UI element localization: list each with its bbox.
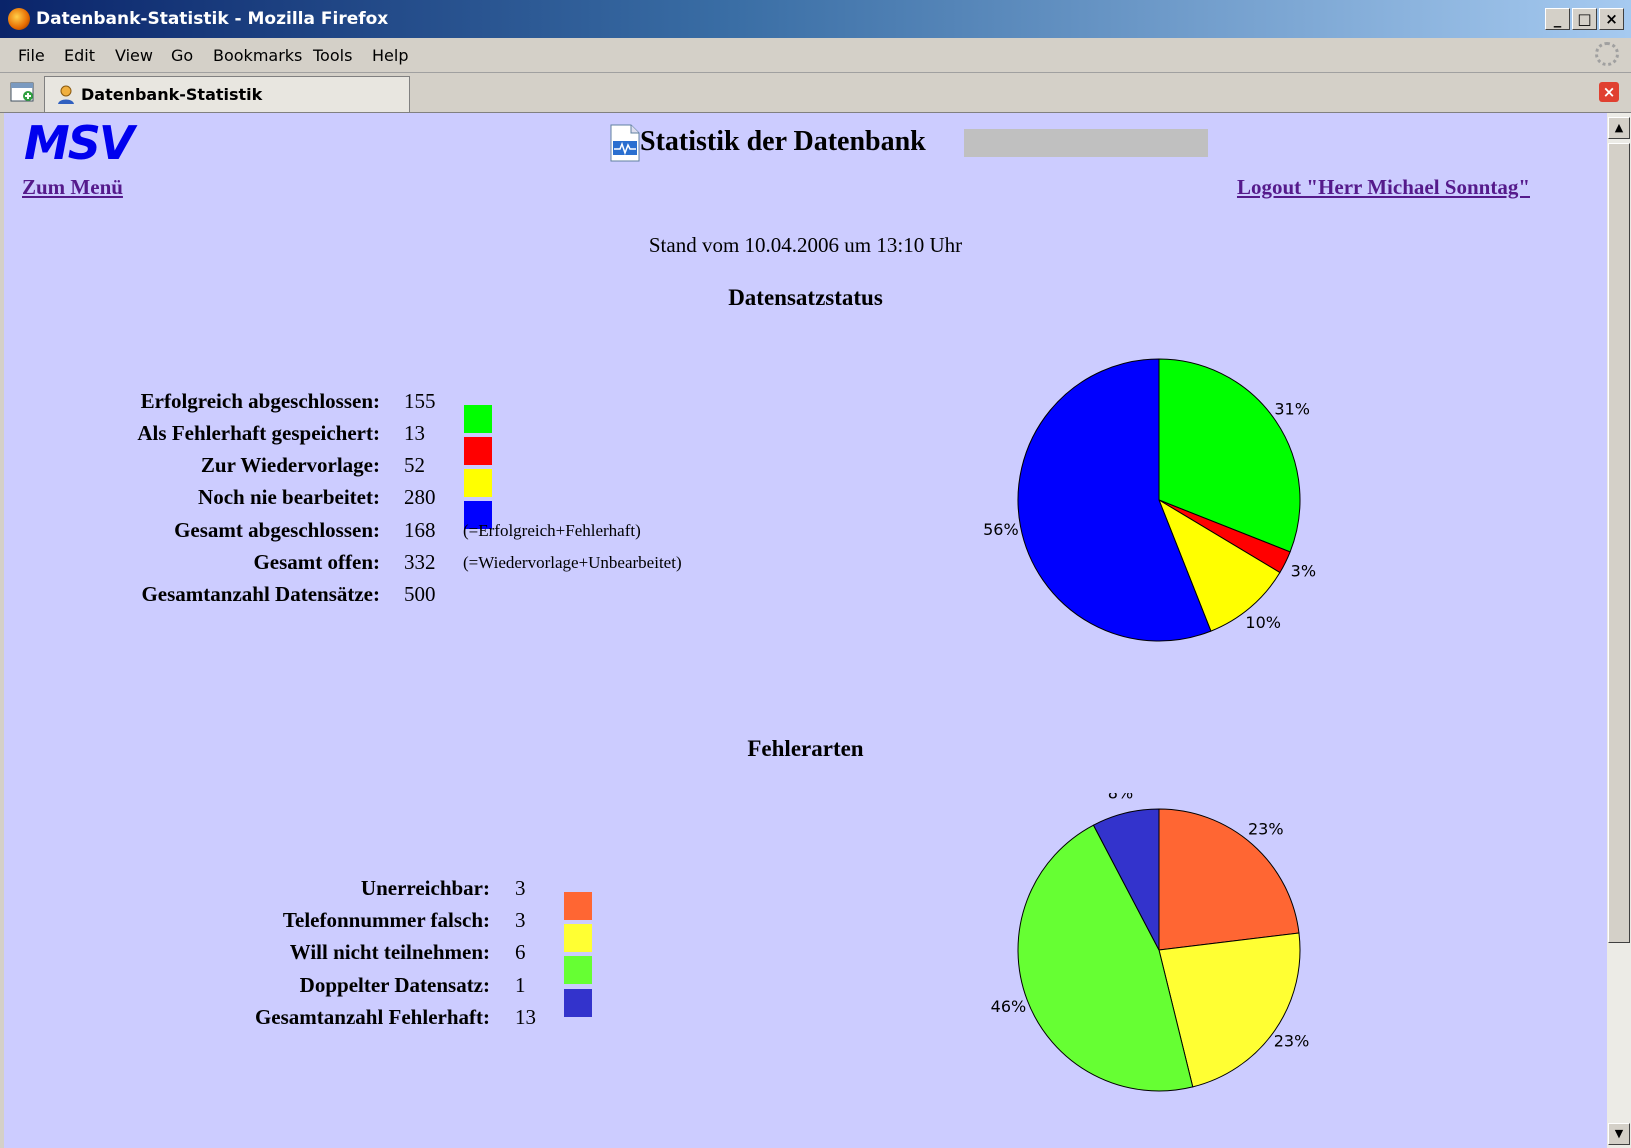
status-row: Als Fehlerhaft gespeichert: <box>44 421 380 451</box>
msv-logo: MSV <box>24 116 135 170</box>
pie-percent-label: 56% <box>984 520 1019 539</box>
tab-datenbank-statistik[interactable]: Datenbank-Statistik <box>44 76 410 112</box>
scroll-down-button[interactable]: ▼ <box>1608 1123 1630 1145</box>
pie-percent-label: 23% <box>1248 819 1284 838</box>
status-value: 280 <box>404 485 436 509</box>
menu-view[interactable]: View <box>115 46 153 65</box>
heartbeat-document-icon <box>610 124 640 162</box>
status-label: Gesamt abgeschlossen: <box>174 518 380 542</box>
scroll-thumb[interactable] <box>1608 143 1630 943</box>
status-row: Zur Wiedervorlage: <box>44 453 380 483</box>
window-title: Datenbank-Statistik - Mozilla Firefox <box>36 9 389 29</box>
status-row: Gesamt offen: <box>44 550 380 580</box>
status-value: 13 <box>404 421 425 445</box>
status-label: Gesamt offen: <box>253 550 380 574</box>
error-label: Will nicht teilnehmen: <box>289 940 490 964</box>
formula-note: (=Erfolgreich+Fehlerhaft) <box>463 521 641 540</box>
error-row: Doppelter Datensatz: <box>104 973 490 1003</box>
error-value: 3 <box>515 876 526 900</box>
status-row: Erfolgreich abgeschlossen: <box>44 389 380 419</box>
status-value: 332 <box>404 550 436 574</box>
pie-percent-label: 8% <box>1108 793 1133 803</box>
color-swatch <box>564 989 592 1017</box>
error-row: Gesamtanzahl Fehlerhaft: <box>104 1005 490 1035</box>
pie-percent-label: 46% <box>991 997 1027 1016</box>
status-label: Erfolgreich abgeschlossen: <box>140 389 380 413</box>
color-swatch <box>564 892 592 920</box>
status-row: Gesamtanzahl Datensätze: <box>44 582 380 612</box>
status-pie-chart: 31% 3% 10% 56% <box>984 358 1316 642</box>
error-value: 1 <box>515 973 526 997</box>
menu-bar: File Edit View Go Bookmarks Tools Help <box>0 38 1631 73</box>
color-swatch <box>564 956 592 984</box>
vertical-scrollbar[interactable]: ▲ ▼ <box>1607 113 1631 1148</box>
error-section-title: Fehlerarten <box>747 736 864 761</box>
window-titlebar: Datenbank-Statistik - Mozilla Firefox _ … <box>0 0 1631 38</box>
menu-go[interactable]: Go <box>171 46 193 65</box>
menu-tools[interactable]: Tools <box>313 46 352 65</box>
throbber-icon <box>1595 42 1619 66</box>
error-label: Unerreichbar: <box>360 876 490 900</box>
status-label: Noch nie bearbeitet: <box>198 485 380 509</box>
pie-percent-label: 23% <box>1274 1031 1310 1050</box>
page-content: MSV Statistik der Datenbank Zum Menü Log… <box>4 113 1607 1148</box>
color-swatch <box>564 924 592 952</box>
menu-edit[interactable]: Edit <box>64 46 95 65</box>
color-swatch <box>464 405 492 433</box>
status-value: 500 <box>404 582 436 606</box>
error-value: 13 <box>515 1005 536 1029</box>
pie-percent-label: 31% <box>1274 400 1310 419</box>
error-row: Will nicht teilnehmen: <box>104 940 490 970</box>
status-row: Noch nie bearbeitet: <box>44 485 380 515</box>
error-value: 6 <box>515 940 526 964</box>
color-swatch <box>464 437 492 465</box>
status-section-title: Datensatzstatus <box>728 285 883 310</box>
zum-menu-link[interactable]: Zum Menü <box>22 175 123 200</box>
new-tab-icon[interactable] <box>10 80 36 104</box>
menu-file[interactable]: File <box>18 46 45 65</box>
close-window-button[interactable]: × <box>1599 8 1624 30</box>
menu-bookmarks[interactable]: Bookmarks <box>213 46 302 65</box>
pie-percent-label: 3% <box>1291 561 1316 580</box>
redacted-database-name <box>964 129 1208 157</box>
maximize-button[interactable]: □ <box>1572 8 1597 30</box>
page-title: Statistik der Datenbank <box>640 126 926 157</box>
status-label: Gesamtanzahl Datensätze: <box>141 582 380 606</box>
status-row: Gesamt abgeschlossen: <box>44 518 380 548</box>
status-label: Zur Wiedervorlage: <box>200 453 380 477</box>
minimize-button[interactable]: _ <box>1545 8 1570 30</box>
status-value: 52 <box>404 453 425 477</box>
error-pie-chart: 23% 23% 46% 8% <box>991 793 1310 1092</box>
color-swatch <box>464 469 492 497</box>
logout-link[interactable]: Logout "Herr Michael Sonntag" <box>1237 175 1530 200</box>
pie-percent-label: 10% <box>1245 613 1281 632</box>
menu-help[interactable]: Help <box>372 46 408 65</box>
firefox-icon <box>8 8 30 30</box>
status-label: Als Fehlerhaft gespeichert: <box>137 421 380 445</box>
close-tab-button[interactable]: × <box>1599 82 1619 102</box>
scroll-up-button[interactable]: ▲ <box>1608 117 1630 139</box>
user-favicon-icon <box>58 85 74 104</box>
error-label: Gesamtanzahl Fehlerhaft: <box>254 1005 490 1029</box>
error-row: Telefonnummer falsch: <box>104 908 490 938</box>
status-value: 168 <box>404 518 436 542</box>
error-label: Doppelter Datensatz: <box>299 973 490 997</box>
error-value: 3 <box>515 908 526 932</box>
tab-label: Datenbank-Statistik <box>81 85 263 104</box>
status-value: 155 <box>404 389 436 413</box>
formula-note: (=Wiedervorlage+Unbearbeitet) <box>463 553 682 572</box>
error-label: Telefonnummer falsch: <box>282 908 490 932</box>
error-row: Unerreichbar: <box>104 876 490 906</box>
timestamp-text: Stand vom 10.04.2006 um 13:10 Uhr <box>648 233 963 257</box>
